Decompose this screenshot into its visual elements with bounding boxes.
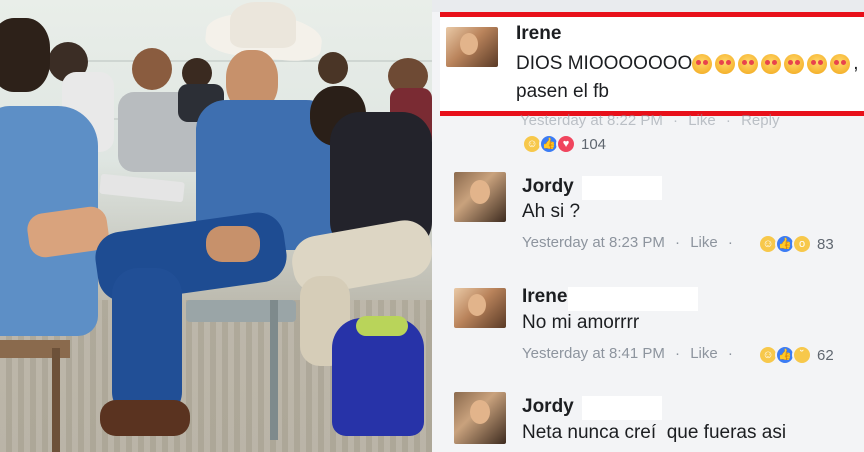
redacted-name	[582, 176, 662, 200]
comment-text: DIOS MIOOOOOOO, pasen el fb	[516, 50, 861, 106]
student-head	[318, 52, 348, 84]
sad-reaction-icon: ˘	[792, 345, 812, 365]
student-head	[132, 48, 172, 90]
classroom-photo	[0, 0, 432, 452]
chair-leg	[270, 300, 278, 440]
cowboy-hat-crown	[230, 2, 296, 48]
reply-link[interactable]: Reply	[741, 112, 779, 129]
reaction-count: 83	[817, 235, 834, 253]
comment-author[interactable]: Jordy	[522, 396, 574, 418]
heart-eyes-emoji-icon	[692, 53, 853, 74]
love-reaction-icon: ♥	[556, 134, 576, 154]
comment-author[interactable]: Jordy	[522, 176, 574, 198]
comment-meta: Yesterday at 8:23 PM · Like ·	[522, 234, 733, 251]
comment-text-line1: DIOS MIOOOOOOO	[516, 53, 693, 74]
wow-reaction-icon: o	[792, 234, 812, 254]
comment-thread: Irene DIOS MIOOOOOOO, pasen el fb Yester…	[432, 0, 864, 452]
cowboy-hand	[206, 226, 260, 262]
comment-timestamp: Yesterday at 8:41 PM	[522, 345, 665, 362]
like-link[interactable]: Like	[690, 345, 718, 362]
comment-author[interactable]: Irene	[522, 286, 567, 308]
comment-meta: Yesterday at 8:41 PM · Like ·	[522, 345, 733, 362]
avatar[interactable]	[454, 288, 506, 328]
reaction-summary[interactable]: ☺ 👍 ♥ 104	[522, 134, 606, 154]
avatar[interactable]	[454, 392, 506, 444]
comment-text: No mi amorrrr	[522, 312, 640, 333]
backpack-strap	[356, 316, 408, 336]
like-link[interactable]: Like	[690, 234, 718, 251]
jeans-leg	[112, 268, 182, 418]
redacted-name	[582, 396, 662, 420]
comment-timestamp: Yesterday at 8:23 PM	[522, 234, 665, 251]
reaction-count: 104	[581, 135, 607, 153]
comment-timestamp: Yesterday at 8:22 PM	[520, 112, 663, 129]
comment-text: Ah si ?	[522, 201, 581, 222]
notebook	[99, 173, 185, 203]
like-link[interactable]: Like	[688, 112, 716, 129]
student-head	[0, 18, 50, 92]
avatar[interactable]	[454, 172, 506, 222]
redacted-name	[568, 287, 698, 311]
cropped-previous-comment	[432, 0, 864, 12]
comment-text: Neta nunca creí que fueras asi	[522, 422, 787, 443]
cowboy-boot	[100, 400, 190, 436]
avatar[interactable]	[446, 27, 498, 67]
reaction-count: 62	[817, 346, 834, 364]
comment-text-punct: ,	[853, 53, 859, 74]
comment-meta: Yesterday at 8:22 PM · Like · Reply	[520, 112, 780, 129]
chair-seat	[186, 300, 296, 322]
wooden-chair-leg	[52, 348, 60, 452]
highlighted-comment: Irene DIOS MIOOOOOOO, pasen el fb	[440, 12, 864, 116]
reaction-summary[interactable]: ☺ 👍 ˘ 62	[758, 345, 834, 365]
comment-author[interactable]: Irene	[516, 23, 561, 45]
reaction-summary[interactable]: ☺ 👍 o 83	[758, 234, 834, 254]
comment-text-line2: pasen el fb	[516, 81, 609, 102]
